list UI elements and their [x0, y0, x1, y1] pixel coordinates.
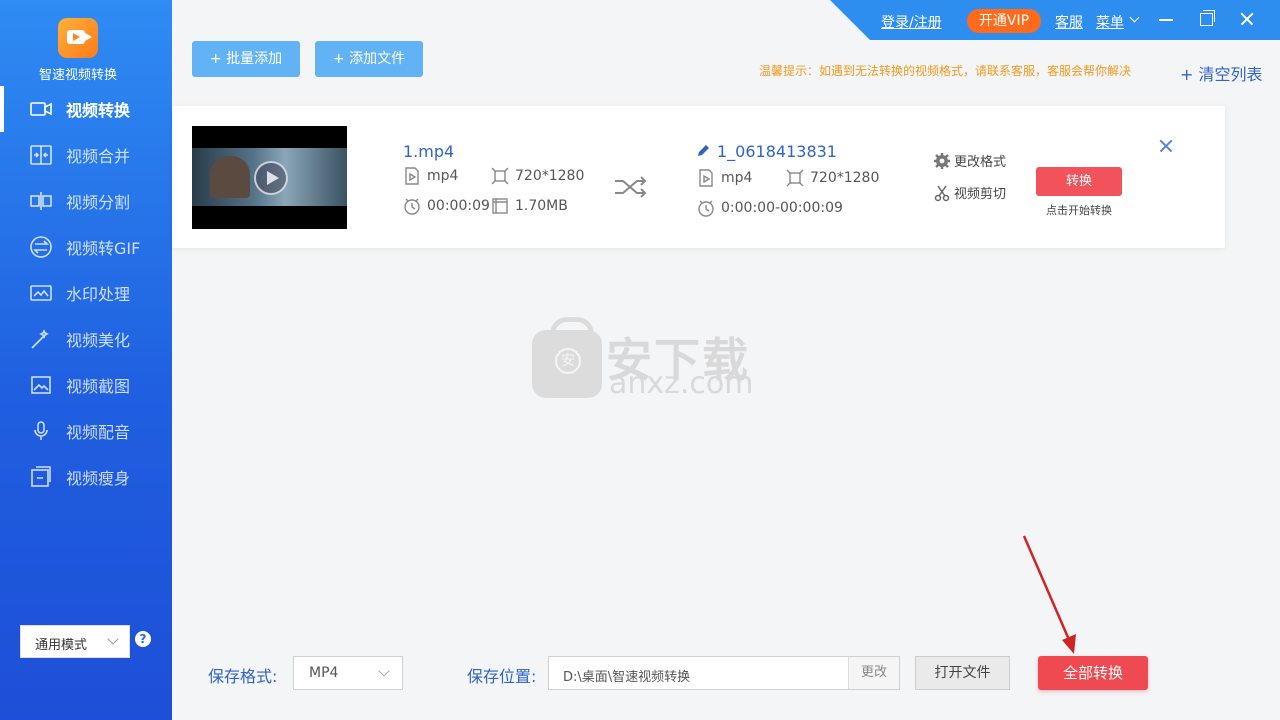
open-file-button[interactable]: 打开文件	[915, 656, 1010, 690]
sidebar-item-video-gif[interactable]: 视频转GIF	[0, 224, 172, 270]
add-file-button[interactable]: + 添加文件	[315, 41, 423, 77]
help-icon[interactable]: ?	[135, 631, 151, 647]
output-file-name[interactable]: 1_0618413831	[717, 142, 837, 161]
minimize-button[interactable]	[1157, 10, 1175, 28]
source-duration: 00:00:09	[403, 197, 490, 215]
size-icon	[491, 197, 509, 215]
gif-convert-icon	[28, 235, 54, 259]
compress-icon	[28, 465, 54, 489]
file-video-icon	[403, 167, 421, 185]
close-button[interactable]	[1238, 10, 1256, 28]
play-icon[interactable]	[254, 161, 288, 195]
sidebar-item-video-beautify[interactable]: 视频美化	[0, 316, 172, 362]
change-location-button[interactable]: 更改	[848, 657, 899, 689]
watermark-logo-icon: 安	[532, 317, 602, 398]
clear-list-button[interactable]: + 清空列表	[1180, 61, 1263, 85]
change-format-button[interactable]: 更改格式	[933, 151, 1006, 170]
source-resolution-value: 720*1280	[515, 168, 585, 184]
save-format-select[interactable]: MP4	[293, 656, 403, 690]
source-duration-value: 00:00:09	[427, 198, 490, 214]
microphone-icon	[28, 419, 54, 443]
tip-text: 温馨提示：如遇到无法转换的视频格式，请联系客服，客服会帮你解决	[759, 64, 1132, 78]
sidebar-item-screenshot[interactable]: 视频截图	[0, 362, 172, 408]
maximize-button[interactable]	[1197, 10, 1215, 28]
save-format-value: MP4	[309, 665, 339, 681]
split-icon	[28, 189, 54, 213]
sidebar-item-label: 视频配音	[66, 423, 131, 442]
output-range: 0:00:00-00:00:09	[697, 199, 843, 217]
magic-wand-icon	[28, 327, 54, 351]
convert-hint: 点击开始转换	[1046, 204, 1112, 217]
output-range-value: 0:00:00-00:00:09	[721, 200, 843, 216]
convert-button[interactable]: 转换	[1036, 167, 1122, 196]
chevron-down-icon	[107, 633, 119, 645]
source-format: mp4	[403, 167, 458, 185]
resolution-icon	[786, 169, 804, 187]
sidebar: 智速视频转换 视频转换 视频合并 视频分割 视频转GIF 水印处理 视频美化 视…	[0, 0, 172, 720]
sidebar-item-watermark[interactable]: 水印处理	[0, 270, 172, 316]
sidebar-item-label: 视频合并	[66, 147, 131, 166]
output-resolution-value: 720*1280	[810, 170, 880, 186]
source-size-value: 1.70MB	[515, 198, 568, 214]
output-format-value: mp4	[721, 170, 753, 186]
sidebar-item-compress[interactable]: 视频瘦身	[0, 454, 172, 500]
sidebar-item-video-split[interactable]: 视频分割	[0, 178, 172, 224]
watermark-url: anxz.com	[609, 366, 754, 401]
source-file-name: 1.mp4	[403, 142, 455, 161]
file-video-icon	[697, 169, 715, 187]
login-link[interactable]: 登录/注册	[881, 12, 942, 32]
sidebar-item-video-merge[interactable]: 视频合并	[0, 132, 172, 178]
watermark-badge: 安	[555, 348, 581, 374]
mode-select-value: 通用模式	[35, 638, 88, 653]
sidebar-item-label: 视频分割	[66, 193, 131, 212]
menu-link[interactable]: 菜单	[1096, 12, 1124, 32]
video-thumbnail[interactable]	[192, 126, 347, 229]
app-name: 智速视频转换	[38, 68, 117, 83]
sidebar-item-label: 视频转换	[66, 101, 131, 120]
sidebar-nav: 视频转换 视频合并 视频分割 视频转GIF 水印处理 视频美化 视频截图 视频配…	[0, 86, 172, 500]
chevron-down-icon	[378, 665, 390, 677]
output-resolution: 720*1280	[786, 169, 879, 187]
file-card: 1.mp4 mp4 720*1280 00:00:09 1.70MB 1_061…	[172, 106, 1225, 248]
clock-icon	[403, 197, 421, 215]
source-format-value: mp4	[427, 168, 459, 184]
change-format-label: 更改格式	[954, 155, 1007, 170]
save-format-label: 保存格式:	[208, 667, 278, 686]
merge-icon	[28, 143, 54, 167]
video-cut-label: 视频剪切	[954, 187, 1007, 202]
batch-add-button[interactable]: + 批量添加	[192, 41, 300, 77]
scissors-icon	[934, 185, 950, 201]
service-link[interactable]: 客服	[1055, 12, 1083, 32]
output-format: mp4	[697, 169, 752, 187]
close-icon[interactable]	[1159, 139, 1173, 153]
sidebar-item-video-convert[interactable]: 视频转换	[0, 86, 172, 132]
thumbnail-figure	[210, 156, 250, 198]
sidebar-item-dubbing[interactable]: 视频配音	[0, 408, 172, 454]
sidebar-item-label: 视频转GIF	[66, 239, 141, 258]
convert-all-button[interactable]: 全部转换	[1038, 656, 1148, 690]
annotation-arrow-icon	[1022, 535, 1076, 654]
source-size: 1.70MB	[491, 197, 568, 215]
sidebar-item-label: 视频截图	[66, 377, 131, 396]
video-camera-icon	[28, 97, 54, 121]
source-resolution: 720*1280	[491, 167, 584, 185]
resolution-icon	[491, 167, 509, 185]
shuffle-icon	[613, 176, 649, 198]
sidebar-item-label: 视频美化	[66, 331, 131, 350]
sidebar-item-label: 水印处理	[66, 285, 131, 304]
gear-icon	[934, 152, 950, 169]
sidebar-item-label: 视频瘦身	[66, 469, 131, 488]
image-icon	[28, 373, 54, 397]
video-cut-button[interactable]: 视频剪切	[933, 183, 1006, 202]
edit-icon[interactable]	[696, 144, 710, 158]
watermark-icon	[28, 281, 54, 305]
clock-icon	[697, 199, 715, 217]
mode-select[interactable]: 通用模式	[20, 625, 130, 658]
save-location-label: 保存位置:	[467, 667, 537, 686]
app-logo-icon	[58, 18, 98, 58]
vip-button[interactable]: 开通VIP	[967, 9, 1041, 33]
